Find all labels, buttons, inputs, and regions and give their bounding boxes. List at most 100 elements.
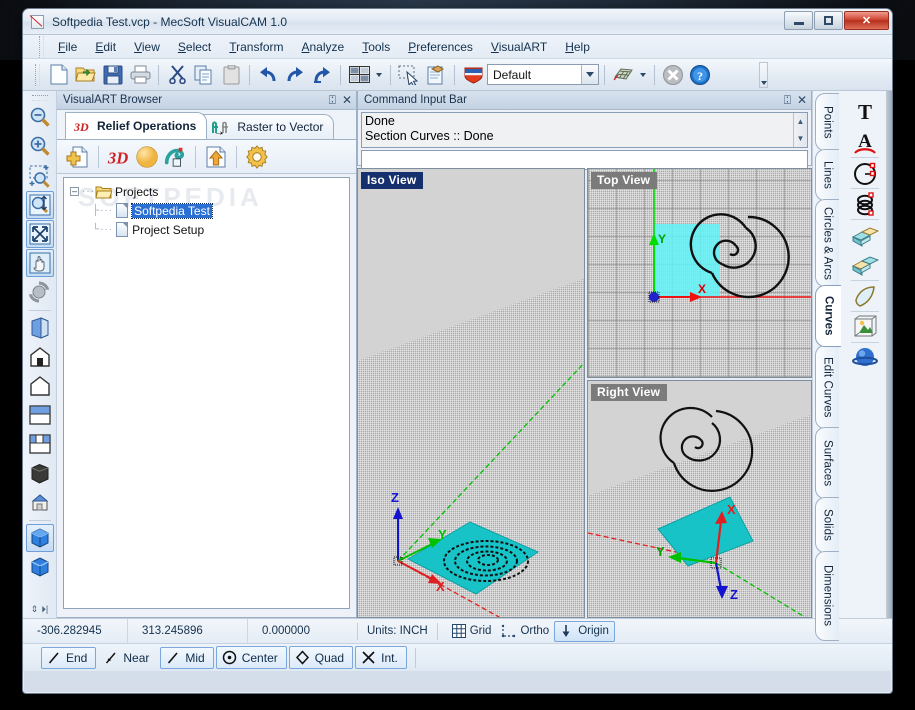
command-input-field[interactable]	[361, 150, 808, 170]
pan-icon[interactable]	[25, 249, 54, 277]
mesh-icon[interactable]	[610, 62, 636, 88]
save-icon[interactable]	[100, 62, 126, 88]
maximize-button[interactable]	[814, 11, 843, 30]
rtab-points[interactable]: Points	[815, 93, 839, 151]
spiral-icon[interactable]	[848, 189, 882, 219]
menu-edit[interactable]: Edit	[86, 37, 125, 57]
delete-icon[interactable]	[660, 62, 686, 88]
command-history[interactable]: Done Section Curves :: Done ▲ ▼	[361, 112, 808, 148]
text-on-arc-icon[interactable]: A	[848, 127, 882, 157]
snap-mid[interactable]: Mid	[160, 646, 214, 669]
zoom-extents-icon[interactable]	[25, 220, 54, 248]
rtab-lines[interactable]: Lines	[815, 149, 839, 201]
viewport-layout-dropdown[interactable]	[373, 62, 385, 88]
view-bottom-icon[interactable]	[26, 430, 54, 458]
view-toolbar-scroll-updown[interactable]: ⇕	[31, 604, 39, 615]
top-view-viewport[interactable]: Top View Y X	[587, 168, 812, 378]
properties-icon[interactable]	[423, 62, 449, 88]
grid-toggle[interactable]: Grid	[447, 622, 497, 640]
menu-transform[interactable]: Transform	[220, 37, 292, 57]
export-up-icon[interactable]	[203, 144, 229, 170]
toolbar-grip[interactable]	[35, 63, 40, 86]
ortho-toggle[interactable]: Ortho	[496, 622, 554, 640]
menu-preferences[interactable]: Preferences	[399, 37, 482, 57]
zoom-window-icon[interactable]	[26, 162, 54, 190]
menu-select[interactable]: Select	[169, 37, 220, 57]
rtab-curves[interactable]: Curves	[815, 285, 841, 347]
toolbar-overflow-button[interactable]	[759, 62, 768, 88]
3d-relief-icon-tool[interactable]: 3D	[106, 144, 132, 170]
rotate-icon[interactable]	[26, 278, 54, 306]
render-wireframe-icon[interactable]	[26, 553, 54, 581]
layer-combo-arrow[interactable]	[581, 65, 598, 84]
shaded-house-icon[interactable]	[26, 488, 54, 516]
viewport-layout-icon[interactable]	[346, 62, 372, 88]
zoom-dynamic-icon[interactable]	[25, 191, 54, 219]
close-icon[interactable]: ✕	[797, 94, 807, 106]
menu-visualart[interactable]: VisualART	[482, 37, 556, 57]
close-button[interactable]: ✕	[844, 11, 889, 30]
paste-icon[interactable]	[218, 62, 244, 88]
surface-patch-icon[interactable]	[848, 281, 882, 311]
snap-end[interactable]: End	[41, 646, 97, 669]
snap-center[interactable]: Center	[215, 646, 287, 669]
help-icon[interactable]: ?	[687, 62, 713, 88]
zoom-in-icon[interactable]	[26, 133, 54, 161]
tab-raster-to-vector[interactable]: Raster to Vector	[201, 114, 335, 139]
menu-help[interactable]: Help	[556, 37, 599, 57]
zoom-out-icon[interactable]	[26, 104, 54, 132]
new-icon[interactable]	[46, 62, 72, 88]
view-toolbar-grip[interactable]	[31, 95, 48, 101]
sphere-relief-icon[interactable]	[134, 144, 160, 170]
extrude-surface-icon[interactable]	[848, 220, 882, 250]
pin-icon[interactable]: ⍠	[784, 94, 791, 106]
render-shaded-icon[interactable]	[25, 524, 54, 552]
right-view-viewport[interactable]: Right View X Y Z	[587, 380, 812, 618]
arc-curve-icon[interactable]	[848, 158, 882, 188]
rtab-circles-arcs[interactable]: Circles & Arcs	[815, 199, 839, 287]
repeat-icon[interactable]	[309, 62, 335, 88]
open-icon[interactable]	[73, 62, 99, 88]
panel-scrollbar[interactable]	[886, 91, 892, 618]
scroll-up-icon[interactable]: ▲	[797, 114, 805, 129]
view-toolbar-scroll[interactable]: ⇕ ⏵|	[31, 604, 48, 618]
undo-icon[interactable]	[255, 62, 281, 88]
rtab-surfaces[interactable]: Surfaces	[815, 427, 839, 499]
rtab-dimensions[interactable]: Dimensions	[815, 551, 839, 641]
tree-node-projects[interactable]: – ··· Projects	[64, 182, 349, 201]
text-icon[interactable]: T	[848, 97, 882, 127]
snap-near[interactable]: Near	[98, 647, 158, 669]
iso-view-viewport[interactable]: Iso View Z Y X	[357, 168, 585, 618]
menu-file[interactable]: FFileile	[49, 37, 86, 57]
scroll-down-icon[interactable]: ▼	[797, 131, 805, 146]
view-front-icon[interactable]	[26, 343, 54, 371]
tree-expander-projects[interactable]: –	[70, 187, 79, 196]
extrude-surface-2-icon[interactable]	[848, 250, 882, 280]
minimize-button[interactable]	[784, 11, 813, 30]
shaded-icon[interactable]	[26, 459, 54, 487]
shape-relief-icon[interactable]	[162, 144, 188, 170]
settings-gear-icon[interactable]	[244, 144, 270, 170]
menu-grip[interactable]	[39, 35, 44, 58]
project-to-box-icon[interactable]	[848, 312, 882, 342]
menu-analyze[interactable]: Analyze	[292, 37, 353, 57]
cut-icon[interactable]	[164, 62, 190, 88]
redo-icon[interactable]	[282, 62, 308, 88]
tab-relief-operations[interactable]: 3D Relief Operations	[65, 112, 208, 139]
layer-combo[interactable]: Default	[487, 64, 599, 85]
add-document-icon[interactable]	[65, 144, 91, 170]
tree-item-project-setup[interactable]: └··· Project Setup	[64, 220, 349, 239]
print-icon[interactable]	[127, 62, 153, 88]
origin-toggle[interactable]: Origin	[554, 620, 615, 642]
tree-item-softpedia-test[interactable]: ├··· Softpedia Test	[64, 201, 349, 220]
close-icon[interactable]: ✕	[342, 94, 352, 106]
rtab-edit-curves[interactable]: Edit Curves	[815, 345, 839, 429]
sphere-icon[interactable]	[848, 343, 882, 373]
snap-quad[interactable]: Quad	[288, 646, 354, 669]
view-back-icon[interactable]	[26, 372, 54, 400]
command-history-scrollbar[interactable]: ▲ ▼	[793, 113, 807, 147]
view-iso-icon[interactable]	[26, 314, 54, 342]
view-top-icon[interactable]	[26, 401, 54, 429]
copy-icon[interactable]	[191, 62, 217, 88]
menu-view[interactable]: View	[125, 37, 169, 57]
